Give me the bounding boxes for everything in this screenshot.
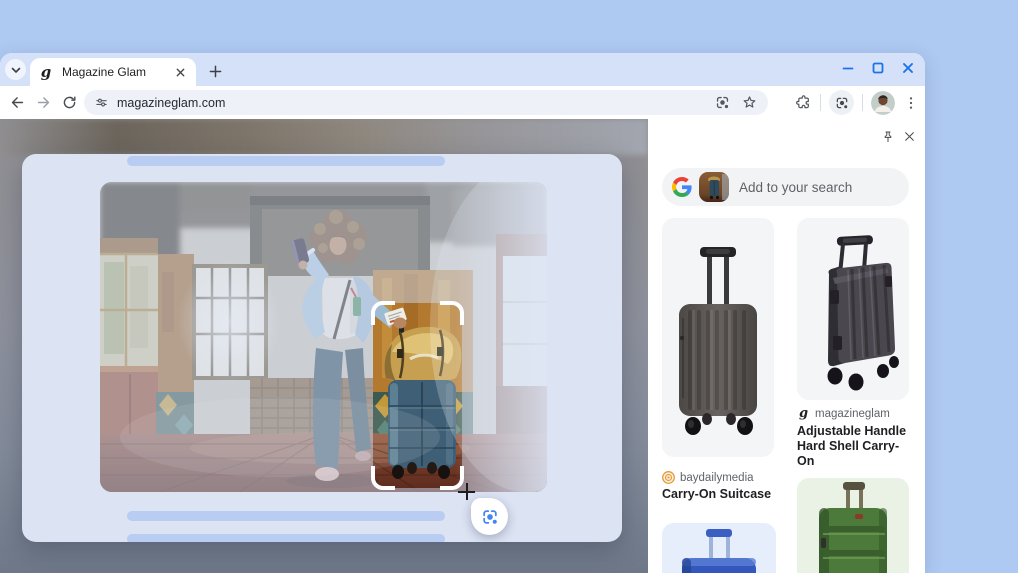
text-placeholder-bar: [127, 511, 445, 521]
minimize-button[interactable]: [839, 59, 857, 77]
lens-select-button[interactable]: [471, 498, 508, 535]
url-input[interactable]: [117, 95, 714, 110]
minimize-icon: [842, 67, 854, 70]
result-card-image[interactable]: [797, 478, 909, 573]
selection-corner-top-right[interactable]: [440, 301, 464, 325]
omnibox-icons: [714, 94, 758, 111]
magazine-article-card: [22, 154, 622, 542]
close-window-button[interactable]: [899, 59, 917, 77]
dimmed-page-header: [0, 119, 648, 155]
page-viewport: [0, 119, 648, 573]
lens-search-bar[interactable]: [662, 168, 909, 206]
menu-dots-icon[interactable]: [903, 95, 919, 111]
site-settings-icon: [96, 98, 107, 107]
avatar-image: [871, 90, 895, 115]
lens-selection-region[interactable]: [371, 301, 464, 490]
tab-magazine-glam[interactable]: g Magazine Glam: [30, 58, 196, 86]
profile-avatar[interactable]: [871, 90, 895, 115]
tab-search-button[interactable]: [5, 59, 26, 80]
result-title[interactable]: Carry-On Suitcase: [662, 487, 780, 502]
product-image-blue-suitcase: [682, 529, 756, 573]
tab-strip: g Magazine Glam: [0, 53, 925, 86]
magazineglam-favicon: g: [798, 405, 809, 421]
lens-icon: [482, 509, 497, 524]
google-logo: [672, 177, 692, 197]
text-placeholder-bar: [127, 156, 445, 166]
chevron-down-icon: [11, 67, 20, 73]
crosshair-cursor: [458, 483, 475, 500]
baydailymedia-favicon: [662, 471, 675, 484]
result-card-image[interactable]: [662, 523, 776, 573]
back-button[interactable]: [6, 91, 28, 113]
thumbnail-image: [699, 172, 729, 202]
extensions-icon[interactable]: [795, 94, 812, 111]
bookmark-star-icon[interactable]: [741, 94, 758, 111]
source-name: magazineglam: [815, 407, 890, 420]
result-title[interactable]: Adjustable Handle Hard Shell Carry-On: [797, 424, 915, 469]
close-icon: [905, 132, 914, 141]
lens-results-panel: g magazineglam Adjustable Handle Hard Sh…: [648, 119, 925, 573]
plus-icon: [209, 65, 221, 77]
browser-window: g Magazine Glam magazineglam.com Add to …: [0, 53, 925, 573]
tab-close-button[interactable]: [172, 64, 188, 80]
product-image-hard-shell: [827, 235, 899, 391]
lens-mode-indicator[interactable]: [829, 90, 854, 115]
desktop: { "browser": { "tab": { "title": "Magazi…: [0, 0, 1018, 573]
result-source[interactable]: g magazineglam: [797, 407, 890, 420]
tab-title: Magazine Glam: [62, 65, 147, 79]
maximize-icon: [872, 62, 884, 74]
result-source[interactable]: baydailymedia: [662, 471, 754, 484]
selected-region-thumbnail: [699, 172, 729, 202]
selection-corner-bottom-left[interactable]: [371, 466, 395, 490]
window-controls: [839, 59, 917, 77]
maximize-button[interactable]: [869, 59, 887, 77]
pin-panel-button[interactable]: [879, 128, 896, 145]
reload-button[interactable]: [58, 91, 80, 113]
source-name: baydailymedia: [680, 471, 754, 484]
address-bar[interactable]: [84, 90, 768, 115]
close-icon: [176, 68, 184, 76]
toolbar-separator: [862, 94, 863, 111]
lens-search-icon[interactable]: [714, 94, 731, 111]
reload-icon: [63, 95, 76, 108]
toolbar-right: [795, 90, 919, 115]
forward-arrow-icon: [37, 96, 49, 108]
search-input[interactable]: [739, 179, 879, 195]
product-image-green-suitcase: [819, 482, 887, 573]
close-panel-button[interactable]: [901, 128, 918, 145]
selection-corner-top-left[interactable]: [371, 301, 395, 325]
product-image-carry-on: [679, 247, 757, 435]
site-favicon: g: [40, 63, 52, 81]
back-arrow-icon: [11, 96, 23, 108]
toolbar-separator: [820, 94, 821, 111]
browser-toolbar: [0, 86, 925, 119]
lens-icon: [836, 97, 847, 108]
result-card-image[interactable]: [797, 218, 909, 400]
forward-button[interactable]: [32, 91, 54, 113]
text-placeholder-bar: [127, 534, 445, 542]
article-photo[interactable]: [100, 182, 547, 492]
photo-scene: [100, 182, 547, 492]
result-card-image[interactable]: [662, 218, 774, 457]
new-tab-button[interactable]: [204, 60, 226, 82]
pin-icon: [884, 131, 891, 142]
close-icon: [903, 63, 913, 73]
